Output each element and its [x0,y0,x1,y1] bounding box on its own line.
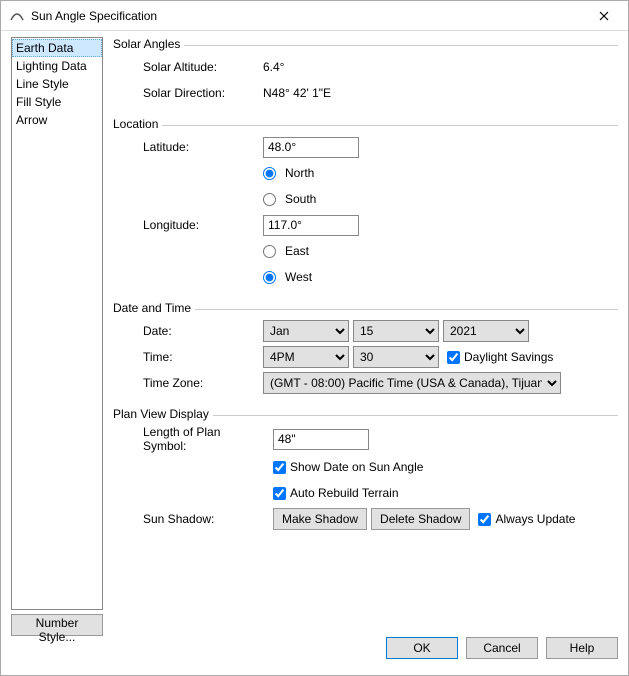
group-date-time: Date and Time Date: Jan 15 2021 Time: 4P… [113,301,618,397]
longitude-input[interactable] [263,215,359,236]
ok-button[interactable]: OK [386,637,458,659]
sidebar-item-earth-data[interactable]: Earth Data [12,39,102,57]
app-icon [9,6,25,25]
main-panel: Solar Angles Solar Altitude: 6.4° Solar … [113,37,618,636]
south-radio[interactable]: South [263,188,316,210]
plan-length-input[interactable] [273,429,369,450]
solar-direction-value: N48° 42' 1"E [263,86,331,100]
sidebar-item-label: Arrow [16,113,47,127]
group-solar-angles: Solar Angles Solar Altitude: 6.4° Solar … [113,37,618,107]
month-select[interactable]: Jan [263,320,349,342]
sidebar-item-lighting-data[interactable]: Lighting Data [12,57,102,75]
group-location: Location Latitude: North South Longitude… [113,117,618,291]
timezone-label: Time Zone: [143,376,263,390]
show-date-checkbox[interactable]: Show Date on Sun Angle [273,456,423,478]
divider [162,125,618,126]
east-label: East [285,244,309,258]
sidebar-list: Earth Data Lighting Data Line Style Fill… [11,37,103,610]
sidebar: Earth Data Lighting Data Line Style Fill… [11,37,103,636]
group-header: Solar Angles [113,37,180,51]
solar-altitude-value: 6.4° [263,60,284,74]
date-label: Date: [143,324,263,338]
divider [195,309,618,310]
dst-label: Daylight Savings [464,350,553,364]
divider [184,45,618,46]
group-header: Location [113,117,158,131]
year-select[interactable]: 2021 [443,320,529,342]
cancel-button[interactable]: Cancel [466,637,538,659]
number-style-button[interactable]: Number Style... [11,614,103,636]
solar-direction-label: Solar Direction: [143,86,263,100]
solar-altitude-label: Solar Altitude: [143,60,263,74]
sun-shadow-label: Sun Shadow: [143,512,273,526]
hour-select[interactable]: 4PM [263,346,349,368]
help-button[interactable]: Help [546,637,618,659]
auto-rebuild-checkbox[interactable]: Auto Rebuild Terrain [273,482,399,504]
sidebar-item-fill-style[interactable]: Fill Style [12,93,102,111]
group-plan-view: Plan View Display Length of Plan Symbol:… [113,407,618,533]
window-title: Sun Angle Specification [31,9,584,23]
group-header: Plan View Display [113,407,209,421]
day-select[interactable]: 15 [353,320,439,342]
sidebar-item-label: Line Style [16,77,69,91]
divider [213,415,618,416]
sidebar-item-label: Earth Data [16,41,73,55]
sidebar-item-arrow[interactable]: Arrow [12,111,102,129]
south-label: South [285,192,316,206]
always-update-checkbox[interactable]: Always Update [478,508,575,530]
north-radio[interactable]: North [263,162,314,184]
daylight-savings-checkbox[interactable]: Daylight Savings [447,346,553,368]
sidebar-item-label: Lighting Data [16,59,87,73]
minute-select[interactable]: 30 [353,346,439,368]
delete-shadow-button[interactable]: Delete Shadow [371,508,470,530]
auto-rebuild-label: Auto Rebuild Terrain [290,486,399,500]
timezone-select[interactable]: (GMT - 08:00) Pacific Time (USA & Canada… [263,372,561,394]
west-radio[interactable]: West [263,266,312,288]
sidebar-item-line-style[interactable]: Line Style [12,75,102,93]
make-shadow-button[interactable]: Make Shadow [273,508,367,530]
sidebar-item-label: Fill Style [16,95,61,109]
latitude-label: Latitude: [143,140,263,154]
show-date-label: Show Date on Sun Angle [290,460,423,474]
group-header: Date and Time [113,301,191,315]
latitude-input[interactable] [263,137,359,158]
titlebar: Sun Angle Specification [1,1,628,31]
time-label: Time: [143,350,263,364]
east-radio[interactable]: East [263,240,309,262]
footer: OK Cancel Help [1,636,628,668]
north-label: North [285,166,314,180]
longitude-label: Longitude: [143,218,263,232]
plan-length-label: Length of Plan Symbol: [143,425,273,453]
always-update-label: Always Update [495,512,575,526]
close-button[interactable] [584,2,624,30]
west-label: West [285,270,312,284]
